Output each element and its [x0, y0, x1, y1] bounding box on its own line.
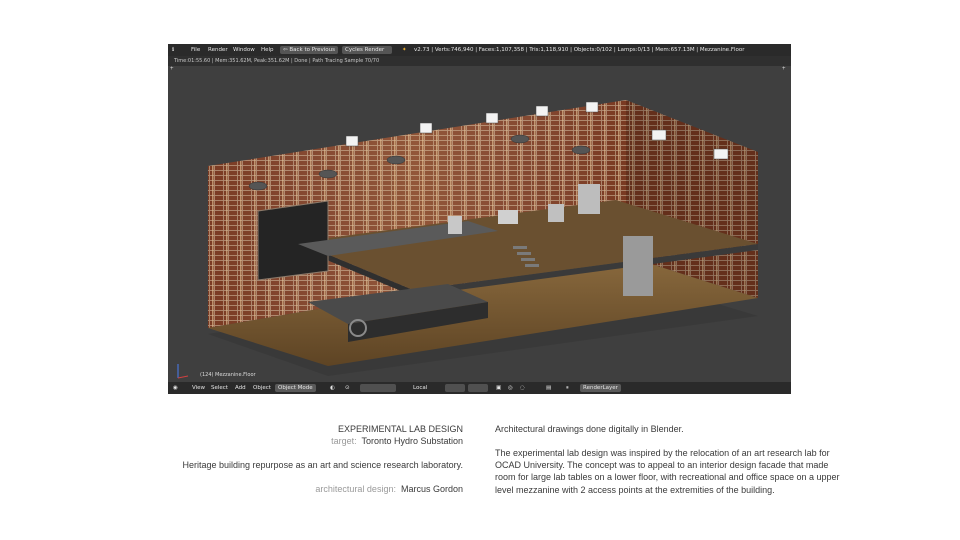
area-split-corner-icon[interactable]: +: [170, 66, 174, 72]
render-image: [177, 100, 758, 379]
blender-window: ℹ File Render Window Help ⇦ Back to Prev…: [168, 44, 791, 394]
3d-view-header: ◉ View Select Add Object Object Mode ◐ ⊙…: [168, 382, 791, 394]
menu-add[interactable]: Add: [235, 385, 246, 391]
viewport-object-label: (124) Mezzanine.Floor: [200, 372, 256, 378]
render-status-text: Time:01:55.60 | Mem:351.62M, Peak:351.62…: [174, 58, 380, 64]
menu-view[interactable]: View: [192, 385, 205, 391]
menu-render[interactable]: Render: [208, 47, 228, 53]
area-split-corner-icon[interactable]: +: [782, 66, 786, 72]
editor-type-icon[interactable]: ℹ: [172, 47, 174, 53]
info-header: ℹ File Render Window Help ⇦ Back to Prev…: [168, 44, 791, 56]
render-layer-select[interactable]: RenderLayer: [580, 384, 621, 392]
target-value: Toronto Hydro Substation: [361, 436, 463, 446]
description-body: The experimental lab design was inspired…: [495, 448, 840, 495]
interaction-mode-select[interactable]: Object Mode: [275, 384, 316, 392]
render-engine-select[interactable]: Cycles Render: [342, 46, 392, 54]
menu-file[interactable]: File: [191, 47, 200, 53]
render-viewport[interactable]: + +: [168, 66, 791, 382]
designer-label: architectural design:: [315, 484, 396, 494]
designer-value: Marcus Gordon: [400, 484, 463, 494]
render-status-bar: Time:01:55.60 | Mem:351.62M, Peak:351.62…: [168, 56, 791, 66]
menu-object[interactable]: Object: [253, 385, 271, 391]
pause-render-icon[interactable]: ⏸: [566, 385, 569, 392]
transform-orientation-select[interactable]: Local: [413, 385, 427, 391]
target-label: target:: [331, 436, 357, 446]
menu-window[interactable]: Window: [233, 47, 255, 53]
snap-icon[interactable]: ◎: [508, 385, 513, 391]
target-line: target: Toronto Hydro Substation: [331, 435, 463, 447]
project-title: EXPERIMENTAL LAB DESIGN: [337, 424, 463, 434]
layer-buttons-2[interactable]: [468, 384, 488, 392]
render-opengl-icon[interactable]: ▤: [546, 385, 551, 391]
back-to-previous-button[interactable]: ⇦ Back to Previous: [280, 46, 338, 54]
scene-stats: v2.73 | Verts:746,940 | Faces:1,107,358 …: [414, 47, 745, 53]
project-summary: Heritage building repurpose as an art an…: [182, 460, 464, 470]
menu-select[interactable]: Select: [211, 385, 228, 391]
designer-line: architectural design: Marcus Gordon: [315, 483, 463, 495]
lock-camera-icon[interactable]: ▣: [496, 385, 501, 391]
layer-buttons-1[interactable]: [445, 384, 465, 392]
menu-help[interactable]: Help: [261, 47, 274, 53]
blender-logo-icon: ✦: [402, 47, 407, 53]
viewport-shading-icon[interactable]: ◐: [330, 385, 335, 391]
manipulator-buttons[interactable]: [360, 384, 396, 392]
3d-view-editor-icon[interactable]: ◉: [173, 385, 178, 391]
proportional-edit-icon[interactable]: ◌: [520, 385, 525, 391]
description-intro: Architectural drawings done digitally in…: [495, 424, 684, 434]
pivot-point-icon[interactable]: ⊙: [345, 385, 350, 391]
